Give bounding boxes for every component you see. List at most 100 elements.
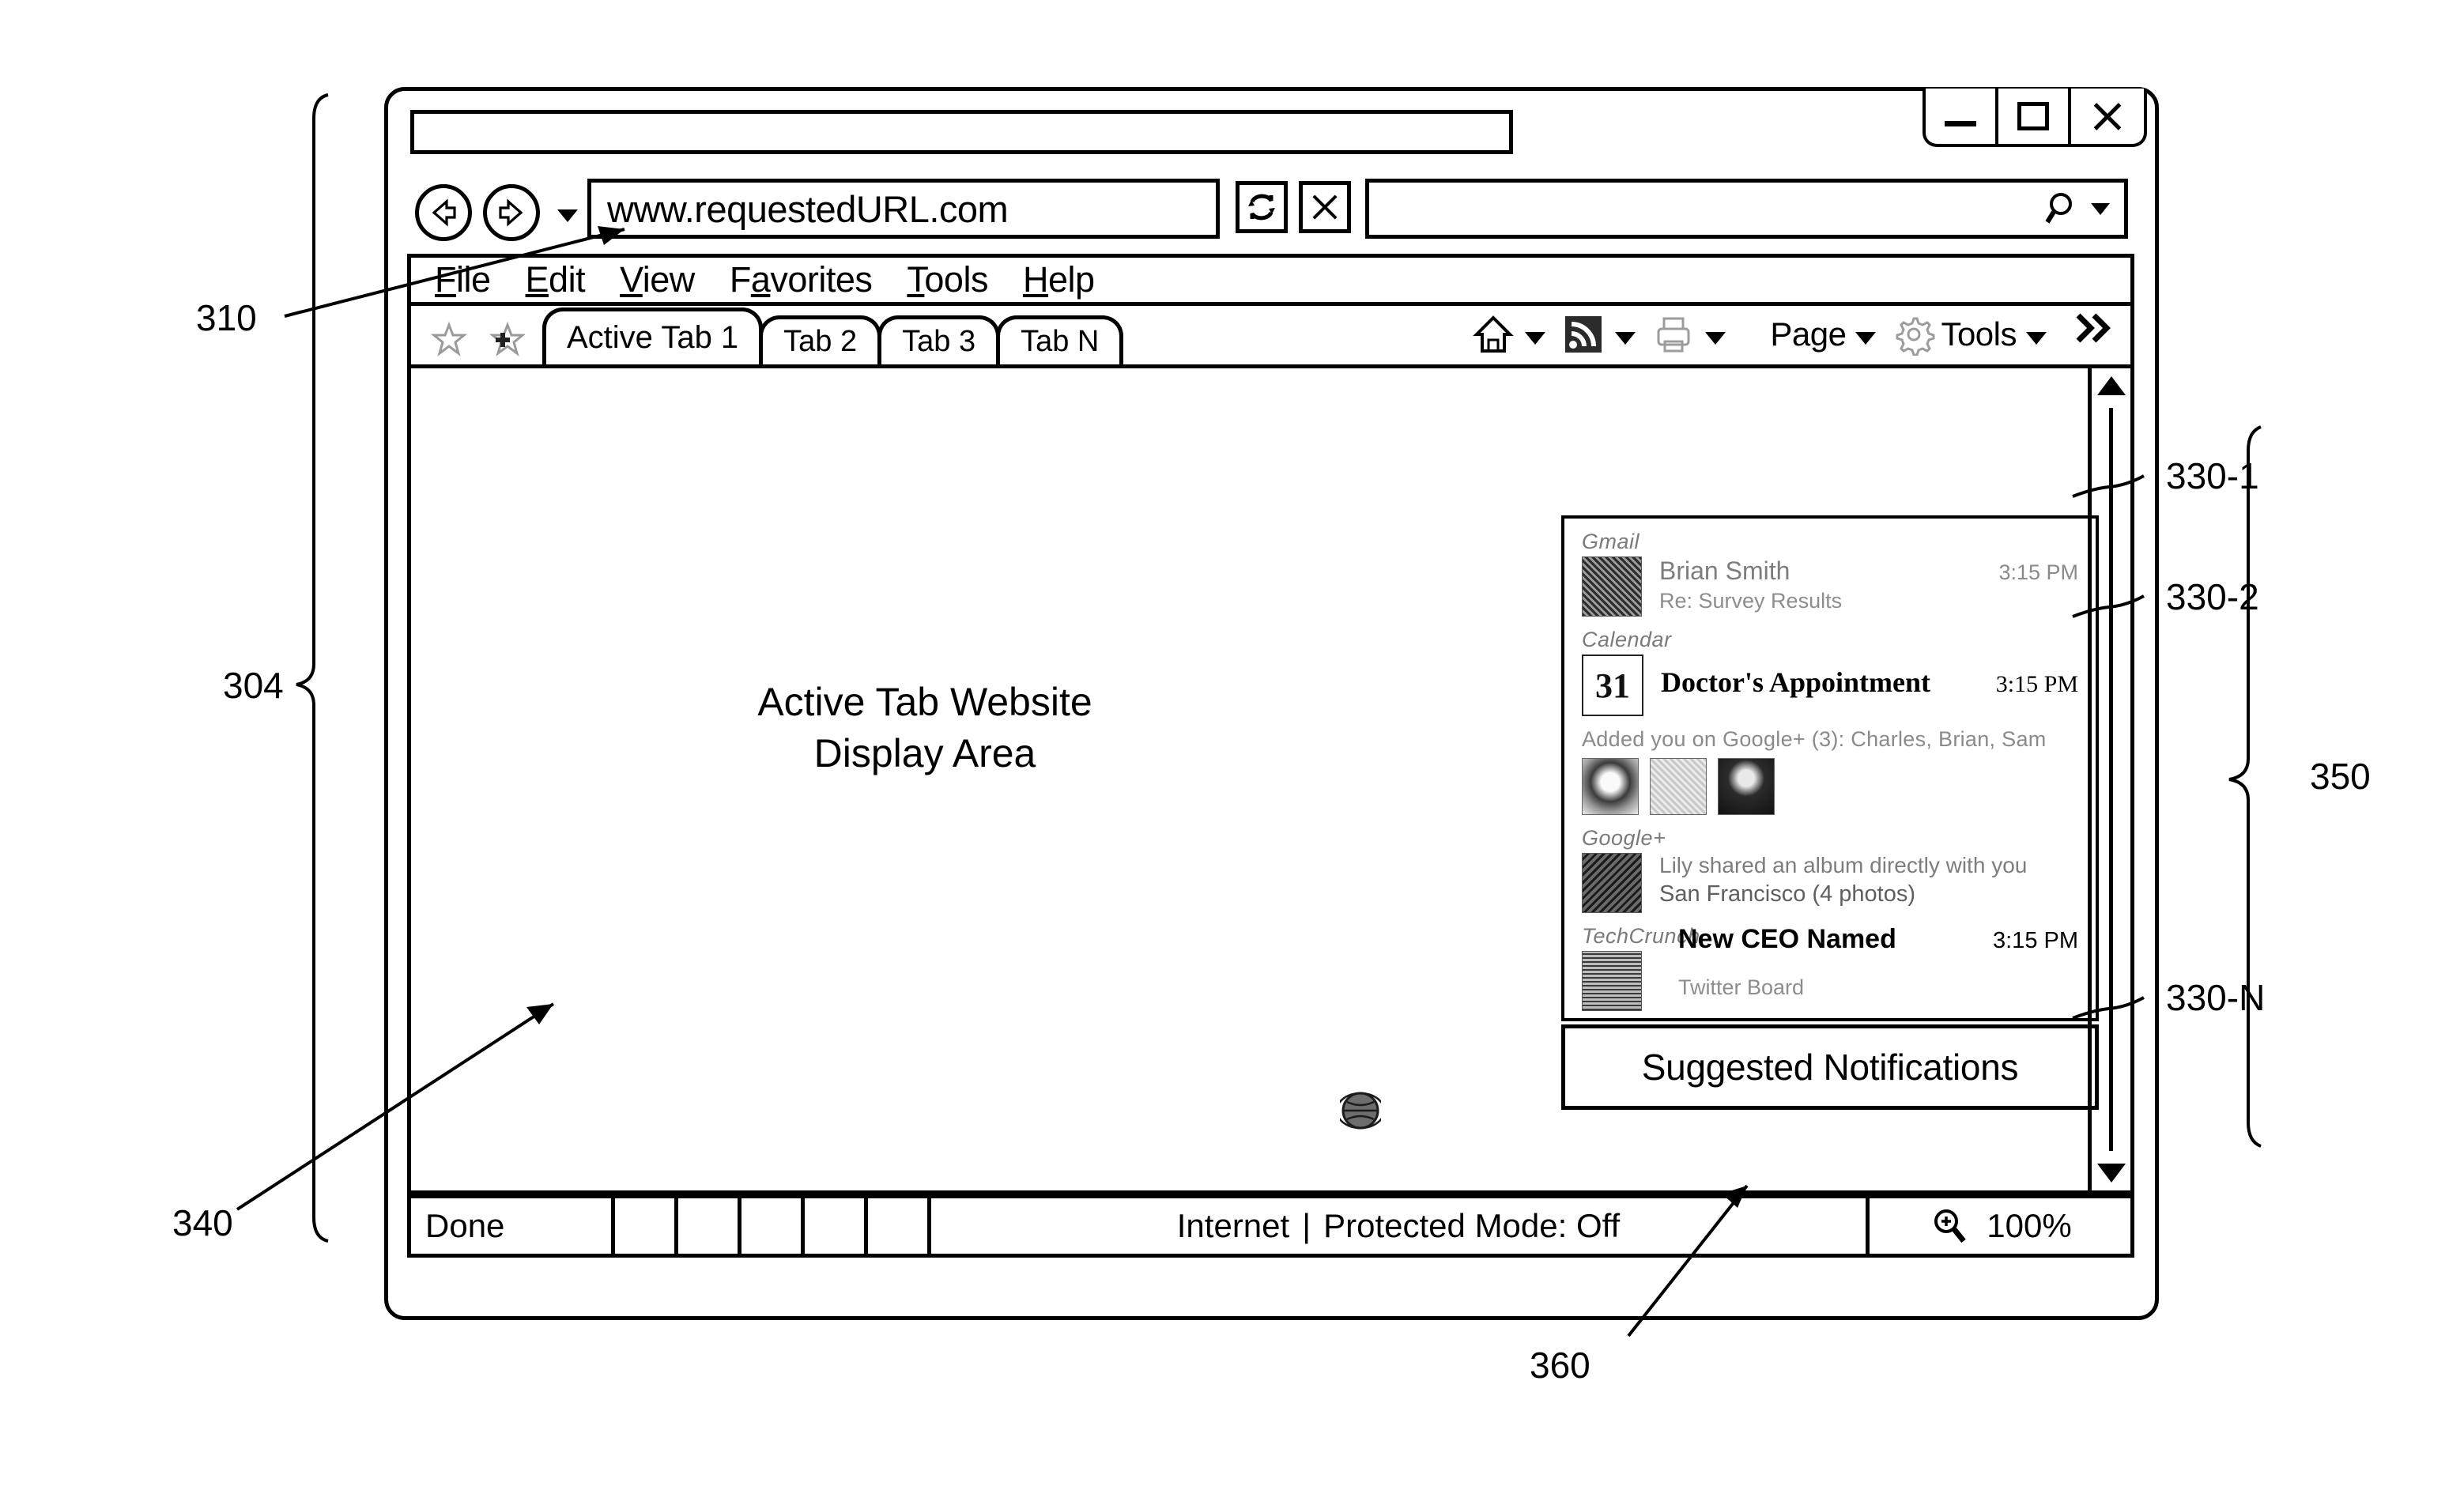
maximize-button[interactable] [1998, 89, 2071, 144]
zoom-control[interactable]: 100% [1870, 1198, 2130, 1254]
tab-tab-n[interactable]: Tab N [996, 315, 1124, 364]
search-dropdown-caret-icon[interactable] [2091, 202, 2110, 215]
notification-time: 3:15 PM [1993, 928, 2078, 953]
stop-button[interactable] [1299, 181, 1351, 233]
menu-item-view[interactable]: View [620, 259, 695, 300]
notification-subtitle: San Francisco (4 photos) [1659, 881, 1915, 907]
title-field[interactable] [410, 110, 1513, 154]
reference-label-310: 310 [196, 297, 257, 338]
tab-active-tab-1[interactable]: Active Tab 1 [542, 307, 764, 364]
star-plus-icon[interactable] [487, 320, 525, 358]
browser-window: www.requestedURL.com File Edit View Favo… [384, 87, 2159, 1320]
menu-item-edit[interactable]: Edit [526, 259, 586, 300]
menu-item-file[interactable]: File [435, 259, 491, 300]
magnifier-icon [2045, 193, 2072, 224]
scroll-down-arrow-icon[interactable] [2096, 1164, 2126, 1183]
display-area-line-1: Active Tab Website [757, 680, 1092, 724]
status-text: Done [425, 1207, 505, 1244]
calendar-day-icon: 31 [1582, 655, 1643, 716]
menu-item-help[interactable]: Help [1023, 259, 1095, 300]
minimize-button[interactable] [1926, 89, 1998, 144]
content-area: Active Tab Website Display Area Gmail Br… [407, 364, 2134, 1194]
notification-source: Calendar [1582, 628, 1672, 651]
address-toolbar: www.requestedURL.com [407, 176, 2134, 251]
reference-label-330-2: 330-2 [2166, 576, 2259, 617]
notification-item-gmail[interactable]: Gmail Brian Smith 3:15 PM Re: Survey Res… [1582, 530, 2078, 617]
avatar-row [1582, 758, 2078, 815]
feeds-button[interactable] [1561, 312, 1606, 357]
reference-label-350: 350 [2310, 756, 2371, 797]
notification-plain-text: Added you on Google+ (3): Charles, Brian… [1582, 727, 2047, 751]
refresh-button[interactable] [1236, 181, 1288, 233]
close-icon [2090, 99, 2125, 134]
notification-time: 3:15 PM [1995, 671, 2078, 697]
notification-thumbnail [1582, 556, 1642, 617]
home-dropdown-caret-icon[interactable] [1525, 332, 1546, 345]
page-menu-label: Page [1770, 315, 1847, 353]
tabs-container: Active Tab 1 Tab 2 Tab 3 Tab N [542, 306, 1124, 364]
display-area-placeholder-text: Active Tab Website Display Area [648, 677, 1202, 779]
notification-title: New CEO Named [1678, 924, 1896, 954]
zoom-in-magnifier-icon [1934, 1209, 1967, 1243]
notification-item-google-plus-added[interactable]: Added you on Google+ (3): Charles, Brian… [1582, 727, 2078, 815]
feeds-dropdown-caret-icon[interactable] [1615, 332, 1636, 345]
print-button[interactable] [1651, 312, 1696, 357]
menu-item-favorites[interactable]: Favorites [730, 259, 873, 300]
suggested-notifications-button[interactable]: Suggested Notifications [1561, 1024, 2099, 1110]
suggested-notifications-label: Suggested Notifications [1641, 1047, 2019, 1088]
notification-title: Doctor's Appointment [1661, 666, 1930, 698]
security-zone-text: Internet [1176, 1207, 1290, 1244]
menu-bar: File Edit View Favorites Tools Help [407, 254, 2134, 306]
maximize-icon [2017, 102, 2049, 130]
notification-title: Lily shared an album directly with you [1659, 853, 2028, 877]
search-input[interactable] [1365, 179, 2128, 239]
minimize-icon [1945, 120, 1976, 126]
notification-source: Google+ [1582, 826, 1666, 850]
printer-icon [1657, 317, 1690, 353]
notification-item-calendar[interactable]: Calendar 31 Doctor's Appointment 3:15 PM [1582, 628, 2078, 716]
back-button[interactable] [415, 184, 472, 241]
tools-menu-label: Tools [1941, 315, 2017, 353]
tab-label: Tab 2 [783, 325, 858, 358]
window-controls [1923, 89, 2147, 147]
tools-dropdown-caret-icon[interactable] [2026, 332, 2047, 345]
page-menu-button[interactable]: Page [1770, 315, 1847, 353]
close-button[interactable] [2071, 89, 2144, 144]
security-zone-cell[interactable]: Internet | Protected Mode: Off [931, 1198, 1870, 1254]
star-icon[interactable] [430, 320, 468, 358]
display-area-line-2: Display Area [813, 731, 1036, 775]
menu-item-tools[interactable]: Tools [907, 259, 988, 300]
reference-label-340: 340 [172, 1202, 233, 1243]
notification-panel[interactable]: Gmail Brian Smith 3:15 PM Re: Survey Res… [1561, 515, 2099, 1021]
reference-label-360: 360 [1530, 1345, 1590, 1386]
status-text-cell: Done [411, 1198, 615, 1254]
tools-gear-button[interactable] [1892, 312, 1936, 357]
status-cell-blank-4 [805, 1198, 868, 1254]
content-scrollbar[interactable] [2088, 368, 2130, 1190]
notification-source: TechCrunch [1582, 924, 1700, 948]
tab-tab-2[interactable]: Tab 2 [759, 315, 882, 364]
address-url-text: www.requestedURL.com [607, 187, 1009, 230]
status-cell-blank-5 [868, 1198, 931, 1254]
calendar-day-number: 31 [1595, 666, 1630, 705]
tab-tab-3[interactable]: Tab 3 [877, 315, 1001, 364]
scroll-up-arrow-icon[interactable] [2096, 376, 2126, 395]
notification-subtitle: Re: Survey Results [1659, 589, 1843, 613]
forward-button[interactable] [483, 184, 540, 241]
home-icon [1473, 315, 1515, 353]
globe-icon [1340, 1092, 1381, 1130]
scrollbar-track[interactable] [2109, 408, 2113, 1151]
print-dropdown-caret-icon[interactable] [1705, 332, 1726, 345]
favorites-icons [411, 320, 542, 364]
gear-icon [1896, 317, 1935, 356]
notification-item-google-plus-album[interactable]: Google+ Lily shared an album directly wi… [1582, 826, 2078, 913]
home-button[interactable] [1471, 312, 1515, 357]
notification-subtitle: Twitter Board [1678, 975, 1805, 999]
history-dropdown-caret-icon[interactable] [557, 209, 578, 222]
notification-item-techcrunch-ceo[interactable]: TechCrunch New CEO Named 3:15 PM Twitter… [1582, 924, 2078, 1011]
tools-menu-button[interactable]: Tools [1941, 315, 2017, 353]
address-input[interactable]: www.requestedURL.com [587, 179, 1220, 239]
page-dropdown-caret-icon[interactable] [1855, 332, 1877, 345]
tab-strip: Active Tab 1 Tab 2 Tab 3 Tab N Page Tool… [407, 306, 2134, 364]
toolbar-overflow-button[interactable] [2072, 312, 2116, 344]
